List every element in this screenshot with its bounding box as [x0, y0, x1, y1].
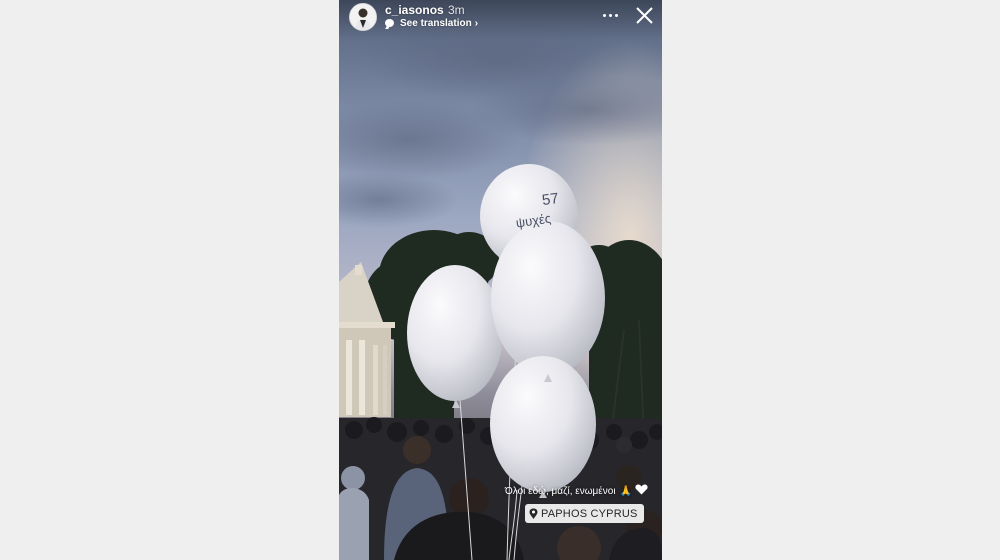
chevron-right-icon: ›	[474, 17, 479, 29]
story-username[interactable]: c_iasonos	[385, 3, 444, 17]
praying-hands-icon: 🙏	[619, 486, 632, 497]
see-translation-label: See translation	[400, 17, 472, 29]
close-icon[interactable]	[635, 6, 654, 25]
location-pin-icon	[529, 508, 538, 519]
story-caption: Όλοι εδώ, μαζί, ενωμένοι 🙏	[505, 484, 648, 498]
speech-bubble-icon	[385, 19, 394, 27]
avatar-icon[interactable]	[349, 3, 377, 31]
white-heart-icon	[635, 484, 648, 498]
caption-text: Όλοι εδώ, μαζί, ενωμένοι	[505, 486, 616, 497]
location-label: PAPHOS CYPRUS	[541, 507, 638, 520]
more-dots-icon[interactable]	[603, 7, 621, 23]
balloon-text-number: 57	[541, 190, 560, 209]
story-viewer[interactable]: 57 ψυχές c_iasonos 3m See translation ›	[339, 0, 662, 560]
story-header: c_iasonos 3m See translation ›	[339, 0, 662, 40]
story-photo: 57 ψυχές	[339, 0, 662, 560]
see-translation-link[interactable]: See translation ›	[385, 17, 478, 29]
location-sticker[interactable]: PAPHOS CYPRUS	[525, 504, 644, 523]
story-time: 3m	[448, 3, 465, 17]
page: 57 ψυχές c_iasonos 3m See translation ›	[0, 0, 1000, 560]
